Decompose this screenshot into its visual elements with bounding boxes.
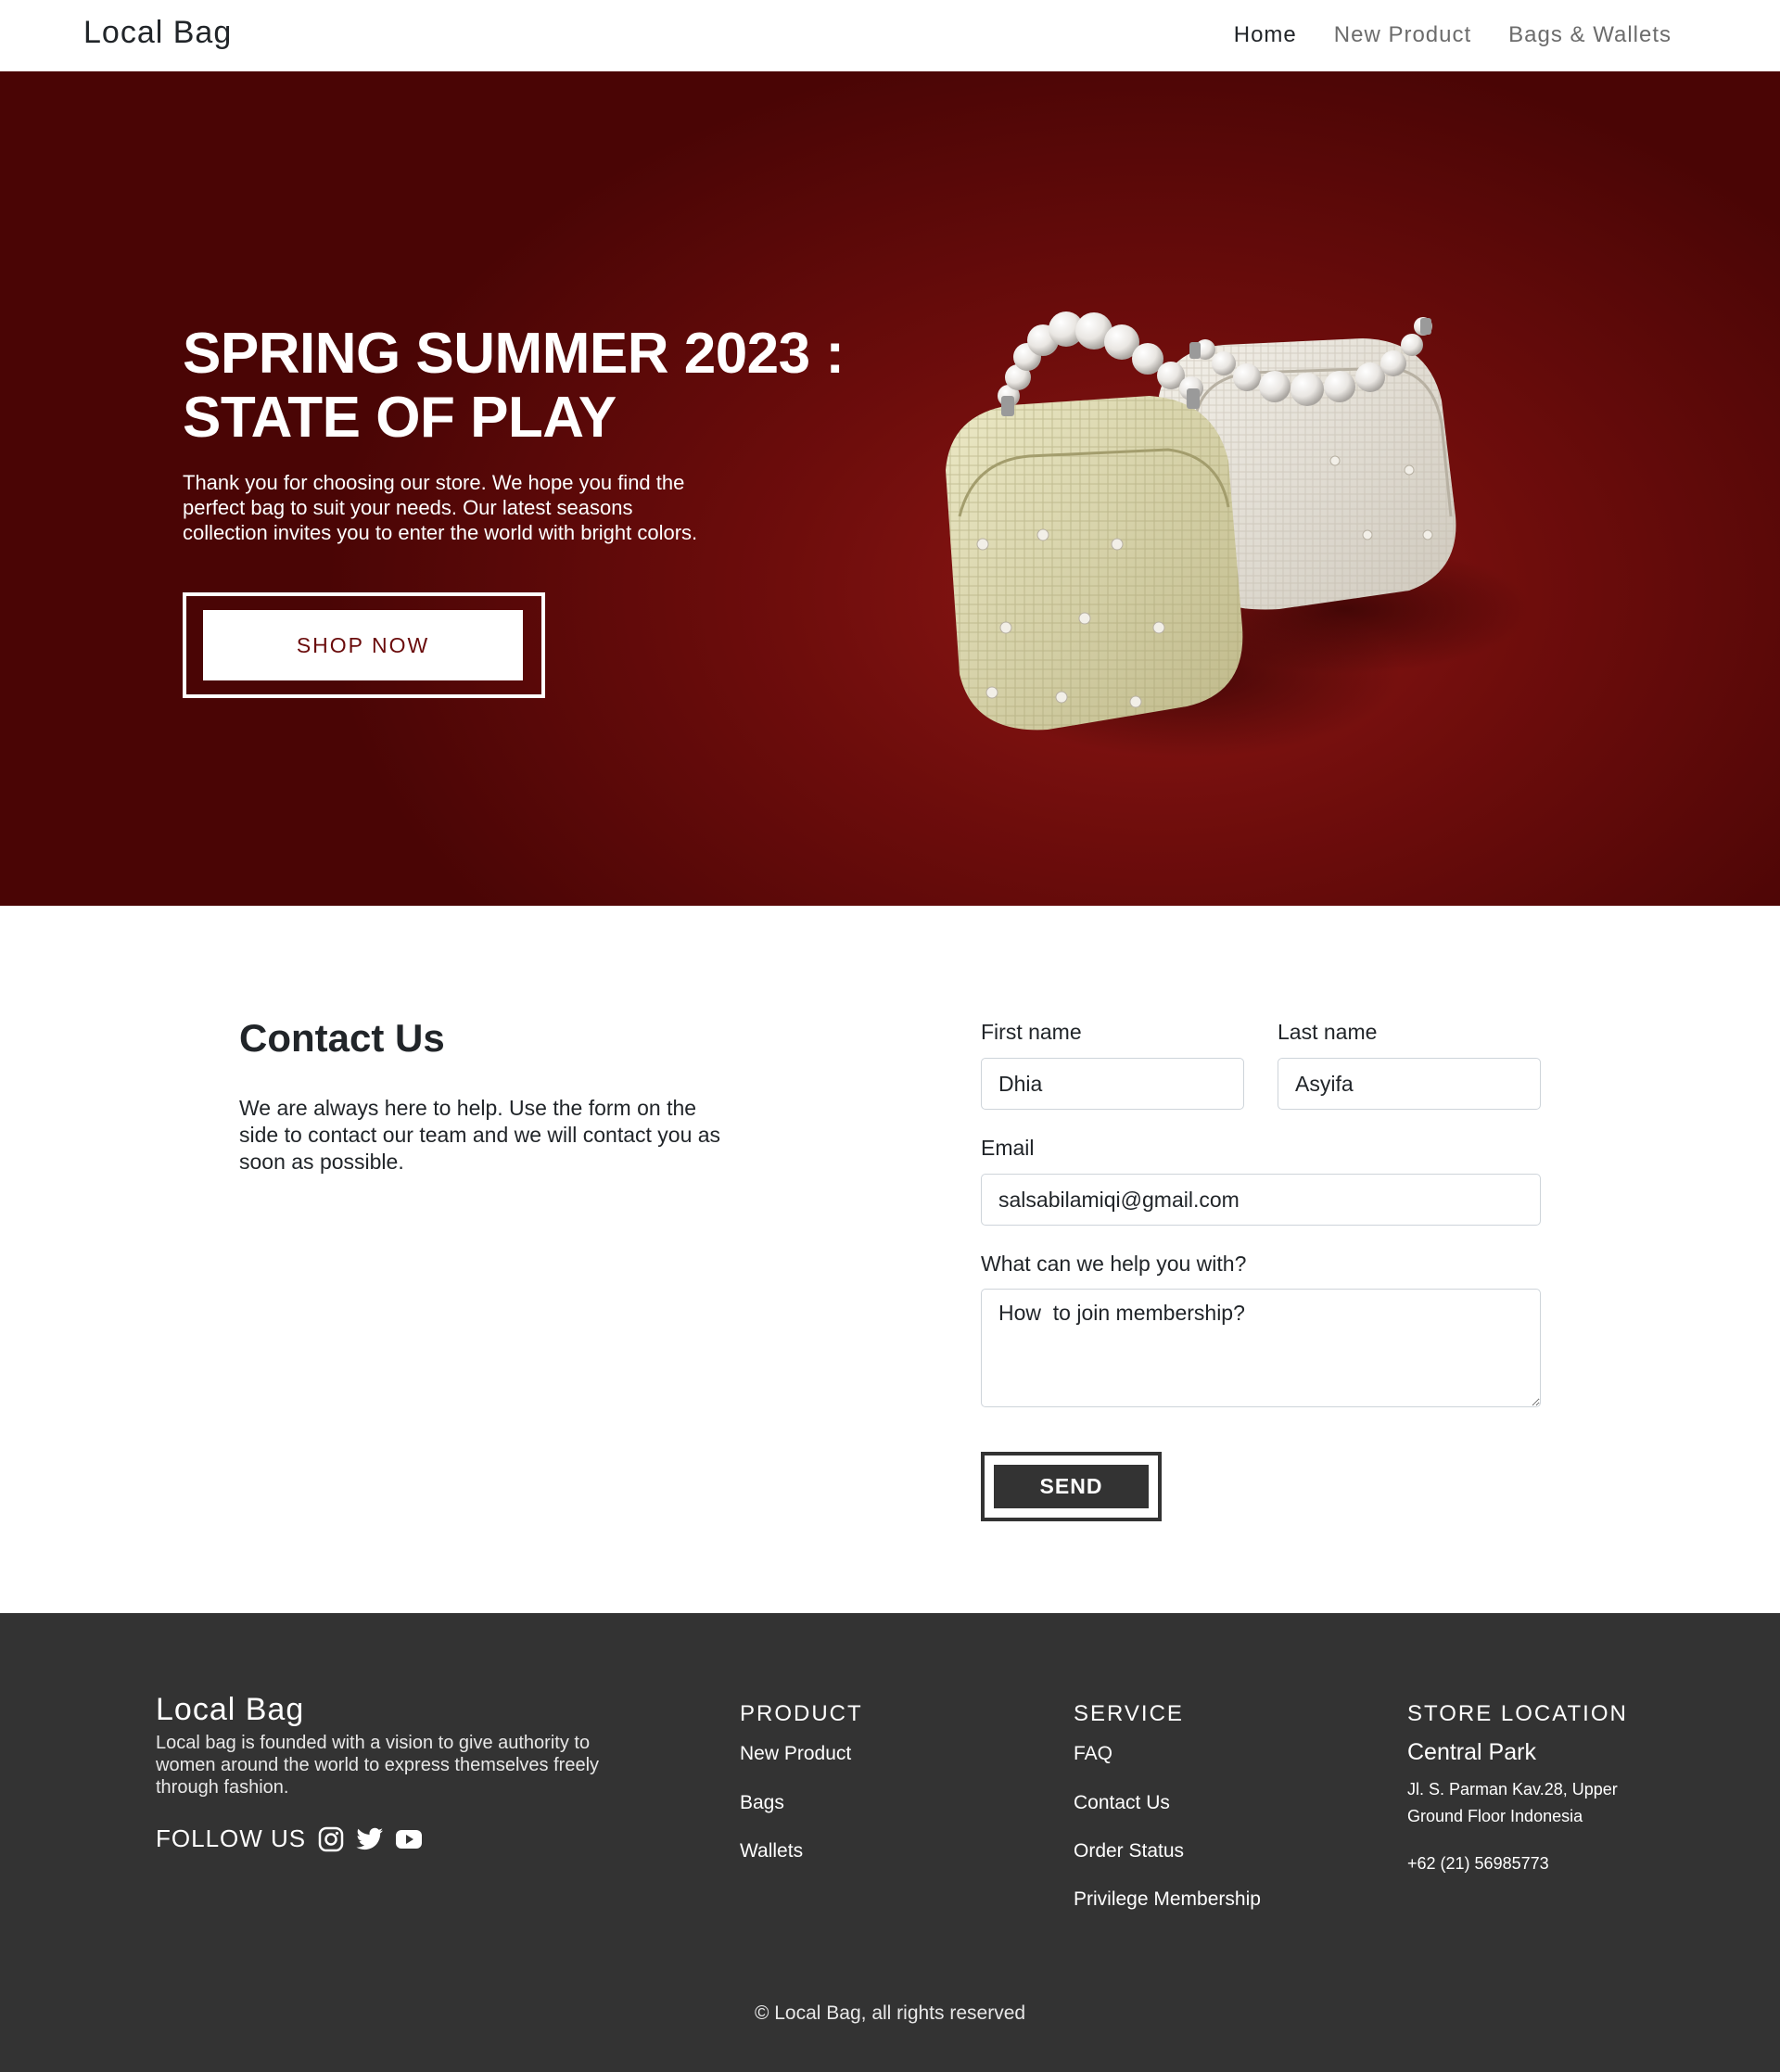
message-textarea[interactable]: How to join membership? [981, 1289, 1541, 1407]
footer-brand: Local Bag [156, 1692, 305, 1727]
brand-logo[interactable]: Local Bag [83, 15, 232, 51]
hero-title-line1: SPRING SUMMER 2023 : [183, 322, 845, 386]
hero-title: SPRING SUMMER 2023 : STATE OF PLAY [183, 322, 906, 450]
email-field[interactable] [981, 1174, 1541, 1226]
footer-link-new-product[interactable]: New Product [740, 1743, 851, 1765]
send-button[interactable]: SEND [994, 1465, 1149, 1508]
hero-title-line2: STATE OF PLAY [183, 386, 617, 450]
footer-store-phone: +62 (21) 56985773 [1407, 1854, 1549, 1873]
footer-about: Local bag is founded with a vision to gi… [156, 1733, 600, 1798]
navbar: Local Bag Home New Product Bags & Wallet… [0, 0, 1780, 71]
nav-link-bags-wallets[interactable]: Bags & Wallets [1508, 22, 1672, 48]
footer-copyright: © Local Bag, all rights reserved [754, 2002, 1026, 2024]
email-label: Email [981, 1136, 1035, 1160]
nav-link-new-product[interactable]: New Product [1334, 22, 1471, 48]
hero-description: Thank you for choosing our store. We hop… [183, 471, 698, 544]
footer-service-title: SERVICE [1074, 1701, 1184, 1726]
shop-now-button[interactable]: SHOP NOW [203, 610, 523, 680]
footer-product-title: PRODUCT [740, 1701, 863, 1726]
footer-store-name: Central Park [1407, 1739, 1536, 1765]
shop-now-frame: SHOP NOW [183, 592, 545, 698]
footer-store-address: Jl. S. Parman Kav.28, Upper Ground Floor… [1407, 1780, 1618, 1825]
twitter-icon[interactable] [356, 1825, 384, 1853]
last-name-field[interactable] [1278, 1058, 1541, 1110]
footer-link-contact-us[interactable]: Contact Us [1074, 1792, 1170, 1814]
last-name-label: Last name [1278, 1020, 1378, 1044]
first-name-field[interactable] [981, 1058, 1244, 1110]
message-label: What can we help you with? [981, 1252, 1247, 1276]
follow-us-label: FOLLOW US [156, 1824, 307, 1852]
footer-link-privilege-membership[interactable]: Privilege Membership [1074, 1888, 1261, 1911]
follow-us: FOLLOW US [156, 1824, 423, 1853]
instagram-icon[interactable] [317, 1825, 345, 1853]
hero-banner: SPRING SUMMER 2023 : STATE OF PLAY Thank… [0, 71, 1780, 906]
footer-link-faq[interactable]: FAQ [1074, 1743, 1112, 1765]
contact-description: We are always here to help. Use the form… [239, 1096, 721, 1174]
footer-link-wallets[interactable]: Wallets [740, 1840, 803, 1862]
contact-title: Contact Us [239, 1016, 445, 1060]
first-name-label: First name [981, 1020, 1082, 1044]
nav-links: Home New Product Bags & Wallets [1234, 22, 1672, 48]
nav-link-home[interactable]: Home [1234, 22, 1297, 48]
youtube-icon[interactable] [395, 1825, 423, 1853]
hero-product-image [946, 311, 1530, 757]
footer-store-title: STORE LOCATION [1407, 1701, 1628, 1726]
footer: Local Bag Local bag is founded with a vi… [0, 1613, 1780, 2072]
send-frame: SEND [981, 1452, 1162, 1521]
footer-link-order-status[interactable]: Order Status [1074, 1840, 1184, 1862]
footer-link-bags[interactable]: Bags [740, 1792, 784, 1814]
